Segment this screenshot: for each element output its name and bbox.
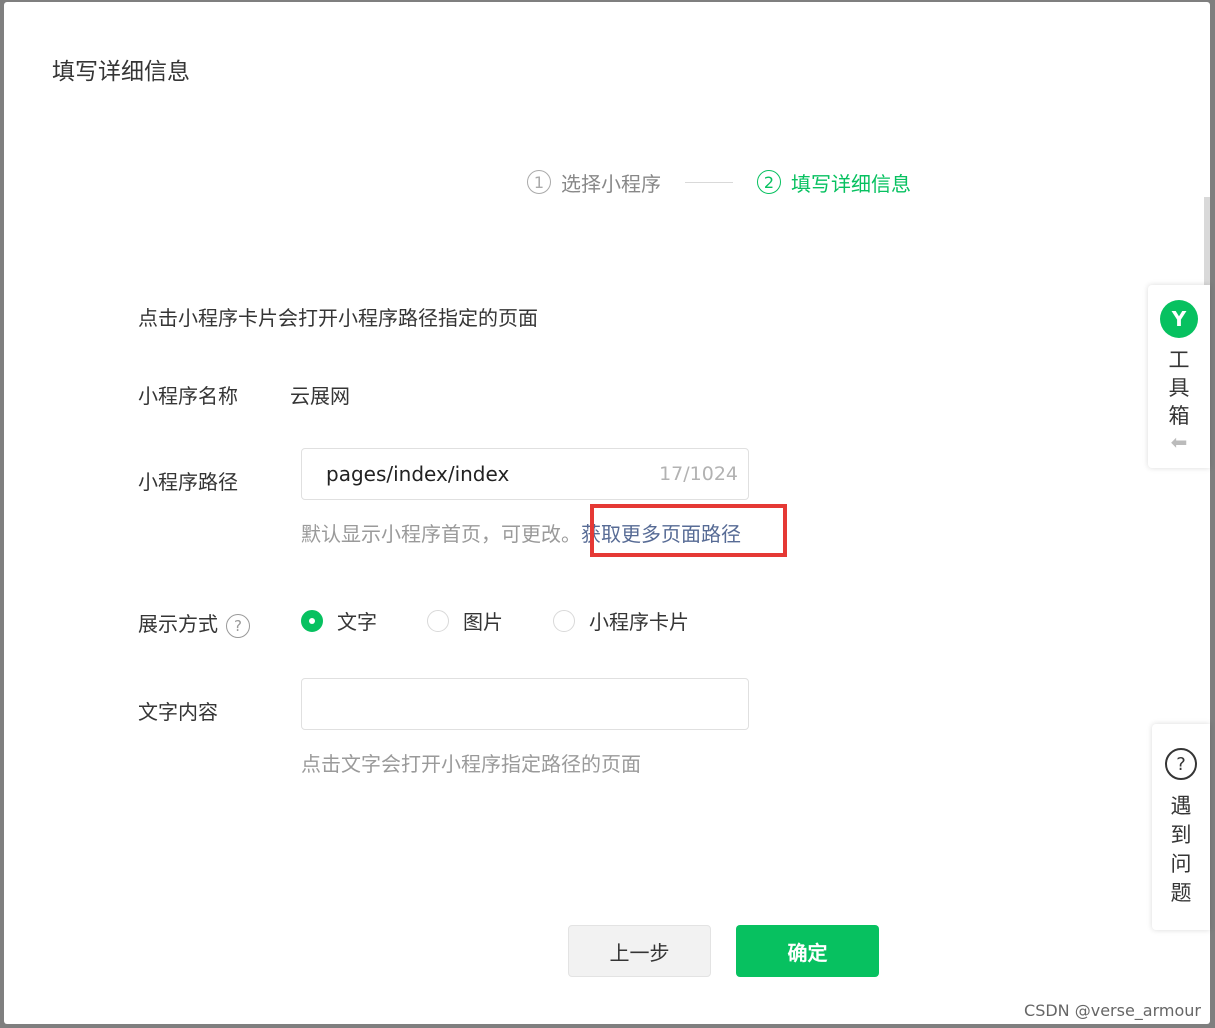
name-value: 云展网 [290,384,350,408]
watermark: CSDN @verse_armour [1024,1001,1201,1020]
toolbox-label: 工具箱 [1168,348,1190,428]
confirm-button[interactable]: 确定 [736,925,879,977]
radio-image[interactable]: 图片 [427,606,503,635]
display-mode-radio-group: 文字 图片 小程序卡片 [301,606,739,635]
help-icon[interactable]: ? [226,613,250,638]
form-intro: 点击小程序卡片会打开小程序路径指定的页面 [138,306,538,330]
step-indicator: 1 选择小程序 2 填写详细信息 [527,162,911,202]
toolbox-panel[interactable]: Y 工具箱 ⬅ [1148,285,1210,468]
question-icon: ? [1165,748,1197,780]
arrow-left-icon: ⬅ [1170,430,1188,454]
text-content-hint: 点击文字会打开小程序指定路径的页面 [301,752,641,776]
radio-text[interactable]: 文字 [301,606,377,635]
radio-checked-icon [301,609,323,632]
highlight-annotation [590,504,787,557]
dialog: 填写详细信息 1 选择小程序 2 填写详细信息 点击小程序卡片会打开小程序路径指… [4,2,1210,1024]
path-char-counter: 17/1024 [659,463,738,485]
prev-step-button[interactable]: 上一步 [568,925,711,977]
radio-miniprogram-card[interactable]: 小程序卡片 [553,606,689,635]
help-issues-panel[interactable]: ? 遇到问题 [1152,724,1210,930]
path-input[interactable]: pages/index/index 17/1024 [301,448,749,500]
step-number-icon: 2 [757,170,781,194]
radio-unchecked-icon [553,609,575,632]
display-mode-label-row: 展示方式? [138,608,250,638]
path-label: 小程序路径 [138,470,238,494]
path-hint-text: 默认显示小程序首页，可更改。 [301,522,581,546]
radio-label: 文字 [337,610,377,634]
step-divider [685,181,733,183]
step-label: 选择小程序 [561,171,661,196]
step-number-icon: 1 [527,170,551,194]
radio-label: 图片 [463,610,503,634]
radio-unchecked-icon [427,609,449,632]
path-input-value: pages/index/index [326,462,510,486]
radio-label: 小程序卡片 [589,610,689,634]
dialog-title: 填写详细信息 [52,59,190,85]
text-content-input[interactable] [301,678,749,730]
step-fill-details: 2 填写详细信息 [757,168,911,197]
step-label: 填写详细信息 [791,171,911,196]
name-label: 小程序名称 [138,384,238,408]
step-select-miniprogram: 1 选择小程序 [527,168,661,197]
toolbox-logo-icon: Y [1160,300,1198,338]
display-mode-label: 展示方式 [138,612,218,636]
text-content-label: 文字内容 [138,700,218,724]
help-issues-label: 遇到问题 [1170,794,1192,905]
